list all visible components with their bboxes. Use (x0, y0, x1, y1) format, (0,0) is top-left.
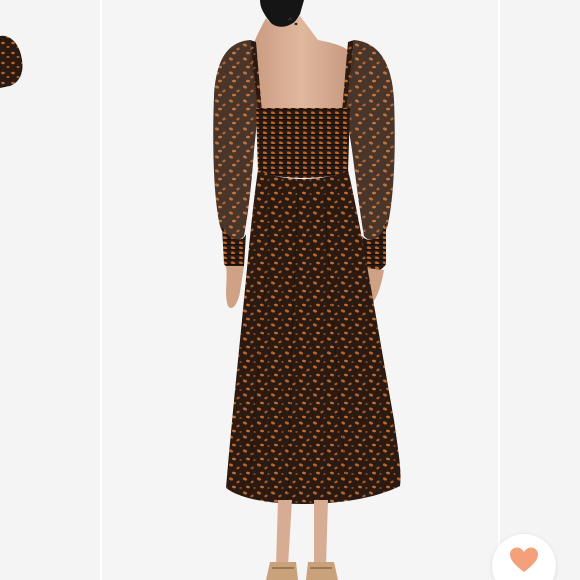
previous-product-photo (0, 35, 23, 88)
current-slide[interactable] (102, 0, 498, 580)
product-photo-dress-back (213, 0, 401, 580)
product-image-gallery (0, 0, 580, 580)
next-slide[interactable] (500, 0, 580, 580)
previous-slide[interactable] (0, 0, 100, 580)
heart-icon (510, 547, 538, 572)
